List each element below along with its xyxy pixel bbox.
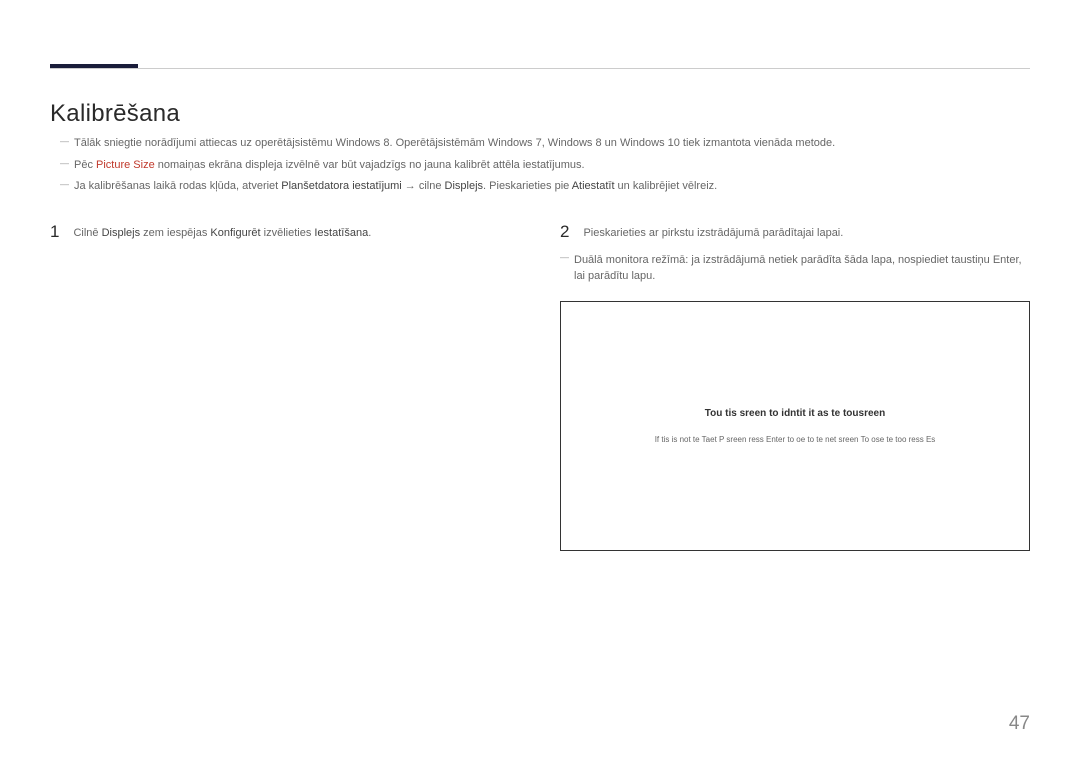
step-1-number: 1 (50, 223, 59, 242)
intro-item-1: Tālāk sniegtie norādījumi attiecas uz op… (60, 135, 1020, 153)
intro-text-1: Tālāk sniegtie norādījumi attiecas uz op… (74, 137, 835, 149)
page-title: Kalibrēšana (50, 100, 180, 128)
step-2-note: Duālā monitora režīmā: ja izstrādājumā n… (560, 252, 1030, 285)
column-right: 2 Pieskarieties ar pirkstu izstrādājumā … (560, 223, 1030, 551)
intro-item-3: Ja kalibrēšanas laikā rodas kļūda, atver… (60, 178, 1020, 196)
columns: 1 Cilnē Displejs zem iespējas Konfigurēt… (50, 223, 1030, 551)
step1-mid2: izvēlieties (261, 227, 315, 239)
step1-mid1: zem iespējas (140, 227, 210, 239)
touchscreen-prompt-box: Tou tis sreen to idntit it as te tousree… (560, 301, 1030, 551)
step-1-text: Cilnē Displejs zem iespējas Konfigurēt i… (73, 223, 371, 242)
step-2-row: 2 Pieskarieties ar pirkstu izstrādājumā … (560, 223, 1030, 242)
intro-item-2: Pēc Picture Size nomaiņas ekrāna displej… (60, 157, 1020, 175)
header-divider (50, 68, 1030, 69)
intro-3-mid2: . Pieskarieties pie (483, 180, 572, 192)
intro-list: Tālāk sniegtie norādījumi attiecas uz op… (60, 135, 1020, 200)
intro-2-pre: Pēc (74, 159, 96, 171)
column-left: 1 Cilnē Displejs zem iespējas Konfigurēt… (50, 223, 520, 551)
intro-3-pre: Ja kalibrēšanas laikā rodas kļūda, atver… (74, 180, 281, 192)
step-2-number: 2 (560, 223, 569, 242)
intro-3-post: un kalibrējiet vēlreiz. (615, 180, 718, 192)
step1-b1: Displejs (102, 227, 141, 239)
step1-pre: Cilnē (73, 227, 101, 239)
intro-3-mid1: → cilne (402, 180, 445, 192)
step-2-text: Pieskarieties ar pirkstu izstrādājumā pa… (583, 223, 843, 242)
page-number: 47 (1009, 713, 1030, 735)
touchscreen-prompt-subtext: If tis is not te Taet P sreen ress Enter… (655, 435, 936, 444)
picture-size-label: Picture Size (96, 159, 155, 171)
step-1-row: 1 Cilnē Displejs zem iespējas Konfigurēt… (50, 223, 520, 242)
step1-post: . (368, 227, 371, 239)
touchscreen-prompt-title: Tou tis sreen to idntit it as te tousree… (705, 408, 885, 419)
intro-3-b3: Atiestatīt (572, 180, 615, 192)
intro-3-b2: Displejs (445, 180, 484, 192)
header-accent (50, 64, 138, 68)
step1-b3: Iestatīšana (314, 227, 368, 239)
intro-3-b1: Planšetdatora iestatījumi (281, 180, 401, 192)
intro-2-post: nomaiņas ekrāna displeja izvēlnē var būt… (155, 159, 585, 171)
step1-b2: Konfigurēt (210, 227, 260, 239)
